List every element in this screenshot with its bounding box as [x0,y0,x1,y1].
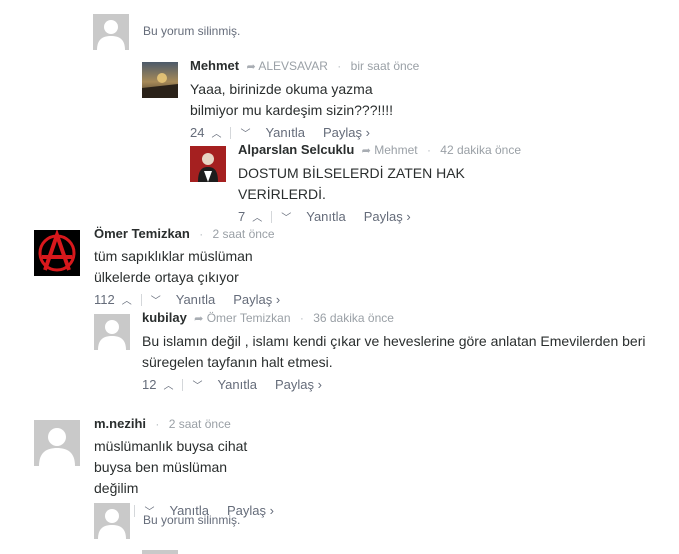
author-name[interactable]: Ömer Temizkan [94,226,190,241]
vote-count: 112 [94,292,115,307]
comment-footer: 112 ︿ ﹀ Yanıtla Paylaş › [94,292,280,307]
reply-to-name: Ömer Temizkan [206,311,291,325]
comment-header: m.nezihi · 2 saat önce [94,416,274,432]
comment-header: Alparslan Selcuklu ➦ Mehmet · 42 dakika … [238,142,521,159]
vote-count: 12 [142,377,157,392]
vote-divider [271,210,273,223]
comment-text: Bu islamın değil , islamı kendi çıkar ve… [142,333,646,370]
reply-button[interactable]: Yanıtla [306,209,346,224]
comment-header: Mehmet ➦ ALEVSAVAR · bir saat önce [190,58,419,75]
author-name[interactable]: kubilay [142,310,187,325]
chevron-down-icon[interactable]: ﹀ [191,377,203,392]
avatar[interactable] [34,420,80,466]
separator-dot: · [155,417,160,431]
chevron-up-icon[interactable]: ︿ [121,292,133,307]
reply-arrow-icon: ➦ [361,145,371,157]
vote-divider [182,378,184,391]
comment-text: DOSTUM BİLSELERDİ ZATEN HAK VERİRLERDİ. [238,165,465,202]
comment-footer: 12 ︿ ﹀ Yanıtla Paylaş › [142,377,672,392]
avatar[interactable] [190,146,226,182]
reply-button[interactable]: Yanıtla [176,292,216,307]
timestamp[interactable]: bir saat önce [351,59,420,73]
reply-to[interactable]: ➦ ALEVSAVAR [246,59,327,73]
chevron-down-icon[interactable]: ﹀ [280,209,292,224]
separator-dot: · [337,59,342,73]
timestamp[interactable]: 42 dakika önce [440,143,521,157]
chevron-up-icon[interactable]: ︿ [210,125,222,140]
share-button[interactable]: Paylaş › [275,377,322,392]
chevron-up-icon[interactable]: ︿ [162,377,174,392]
deleted-text: Bu yorum silinmiş. [143,513,241,527]
reply-to-name: ALEVSAVAR [258,59,328,73]
reply-button[interactable]: Yanıtla [265,125,305,140]
comment-footer: 24 ︿ ﹀ Yanıtla Paylaş › [190,125,419,140]
avatar[interactable] [93,14,129,50]
separator-dot: · [199,227,204,241]
vote-divider [134,504,136,517]
reply-to[interactable]: ➦ Mehmet [362,143,418,157]
chevron-up-icon[interactable]: ︿ [251,209,263,224]
vote-divider [230,126,232,139]
chevron-down-icon[interactable]: ﹀ [150,292,162,307]
comment-header: kubilay ➦ Ömer Temizkan · 36 dakika önce [142,310,672,327]
share-button[interactable]: Paylaş › [233,292,280,307]
comment-text: tüm sapıklıklar müslüman ülkelerde ortay… [94,248,253,285]
separator-dot: · [299,311,304,325]
deleted-text: Bu yorum silinmiş. [143,24,241,38]
vote-count: 7 [238,209,246,224]
avatar[interactable] [142,550,178,554]
comment-footer: 7 ︿ ﹀ Yanıtla Paylaş › [238,209,521,224]
timestamp[interactable]: 36 dakika önce [313,311,394,325]
chevron-down-icon[interactable]: ﹀ [239,125,251,140]
share-button[interactable]: Paylaş › [364,209,411,224]
timestamp[interactable]: 2 saat önce [213,227,275,241]
separator-dot: · [426,143,431,157]
vote-divider [140,293,142,306]
comment-text: müslümanlık buysa cihat buysa ben müslüm… [94,438,248,496]
comment-text: Yaaa, birinizde okuma yazma bilmiyor mu … [190,81,394,118]
avatar[interactable] [94,503,130,539]
reply-to[interactable]: ➦ Ömer Temizkan [194,311,290,325]
author-name[interactable]: Mehmet [190,58,239,73]
vote-count: 24 [190,125,205,140]
comment-header: Ömer Temizkan · 2 saat önce [94,226,280,242]
reply-button[interactable]: Yanıtla [217,377,257,392]
avatar[interactable] [142,62,178,98]
avatar[interactable] [34,230,80,276]
author-name[interactable]: Alparslan Selcuklu [238,142,354,157]
author-name[interactable]: m.nezihi [94,416,146,431]
reply-arrow-icon: ➦ [246,61,256,73]
share-button[interactable]: Paylaş › [323,125,370,140]
timestamp[interactable]: 2 saat önce [169,417,231,431]
reply-to-name: Mehmet [374,143,418,157]
avatar[interactable] [94,314,130,350]
reply-arrow-icon: ➦ [194,313,204,325]
